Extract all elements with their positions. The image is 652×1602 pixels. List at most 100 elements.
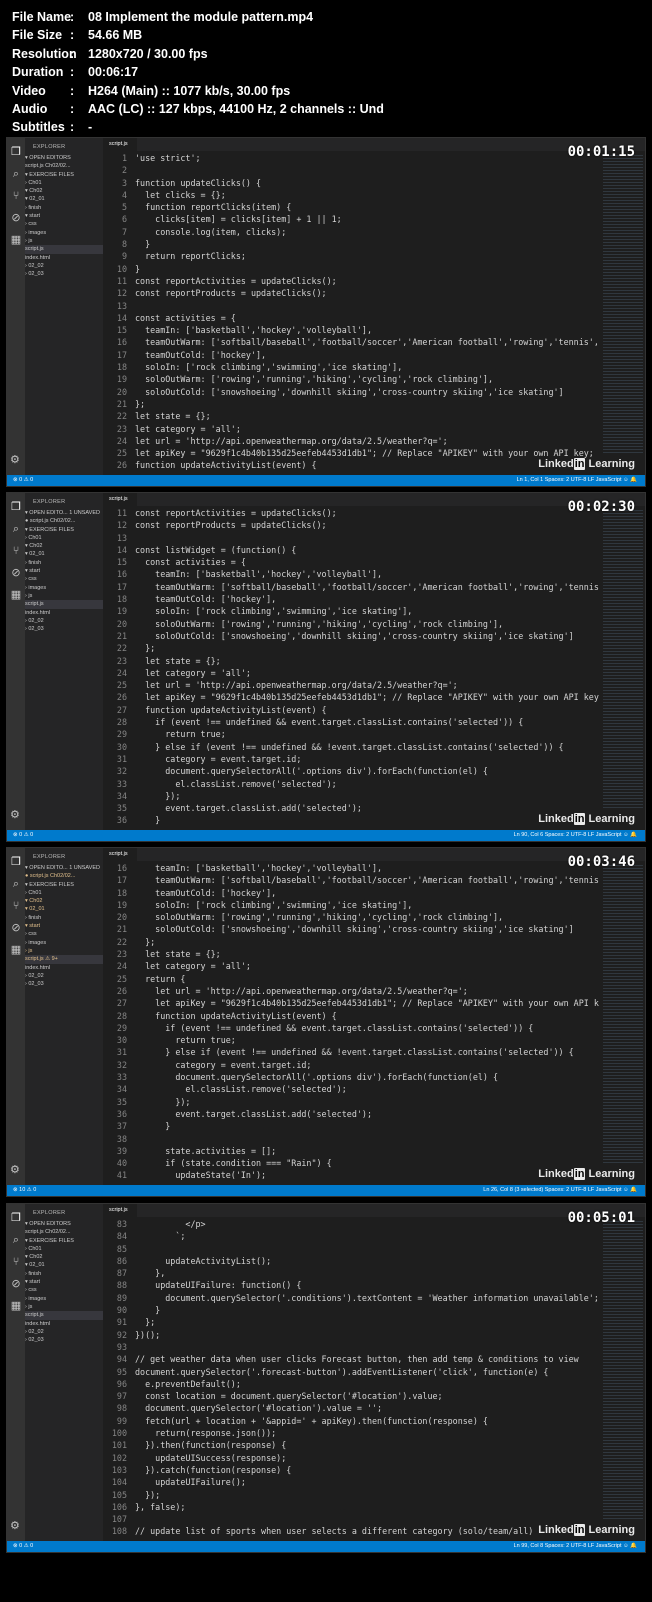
explorer-item[interactable]: index.html xyxy=(25,964,103,972)
explorer-item[interactable]: › js xyxy=(25,592,103,600)
code-line[interactable]: 17 teamOutWarm: ['softball/baseball','fo… xyxy=(103,581,599,593)
tab-script-js[interactable]: script.js xyxy=(103,1204,137,1217)
explorer-item[interactable]: ▾ start xyxy=(25,922,103,930)
code-line[interactable]: 102 updateUISuccess(response); xyxy=(103,1452,599,1464)
explorer-item[interactable]: › 02_03 xyxy=(25,1336,103,1344)
code-line[interactable]: 30 } else if (event !== undefined && !ev… xyxy=(103,741,599,753)
explorer-item[interactable]: ● script.js Ch02/02... xyxy=(25,872,103,880)
explorer-item[interactable]: › finish xyxy=(25,559,103,567)
code-line[interactable]: 19 soloIn: ['rock climbing','swimming','… xyxy=(103,605,599,617)
explorer-item[interactable]: › js xyxy=(25,1303,103,1311)
explorer-item[interactable]: › css xyxy=(25,1286,103,1294)
code-line[interactable]: 40 if (state.condition === "Rain") { xyxy=(103,1157,599,1169)
code-line[interactable]: 96 e.preventDefault(); xyxy=(103,1378,599,1390)
extensions-icon[interactable]: ▦ xyxy=(10,234,22,246)
code-line[interactable]: 91 }; xyxy=(103,1316,599,1328)
explorer-item[interactable]: › js xyxy=(25,947,103,955)
code-line[interactable]: 97 const location = document.querySelect… xyxy=(103,1390,599,1402)
code-line[interactable]: 7 console.log(item, clicks); xyxy=(103,226,599,238)
gear-icon[interactable]: ⚙ xyxy=(10,1163,20,1176)
code-line[interactable]: 1 'use strict'; xyxy=(103,152,599,164)
code-line[interactable]: 15 teamIn: ['basketball','hockey','volle… xyxy=(103,324,599,336)
explorer-item[interactable]: › js xyxy=(25,237,103,245)
code-line[interactable]: 36 } xyxy=(103,814,599,826)
code-line[interactable]: 24 let url = 'http://api.openweathermap.o… xyxy=(103,435,599,447)
code-area[interactable]: 11 const reportActivities = updateClicks(… xyxy=(103,507,599,829)
explorer-item[interactable]: › 02_03 xyxy=(25,270,103,278)
explorer-item[interactable]: › Ch01 xyxy=(25,534,103,542)
explorer-item[interactable]: › Ch01 xyxy=(25,889,103,897)
code-line[interactable]: 26 let url = 'http://api.openweathermap.… xyxy=(103,985,599,997)
code-line[interactable]: 92})(); xyxy=(103,1329,599,1341)
code-line[interactable]: 25 return { xyxy=(103,973,599,985)
explorer-item[interactable]: ▾ OPEN EDITORS xyxy=(25,1220,103,1228)
code-line[interactable]: 29 if (event !== undefined && event.targ… xyxy=(103,1022,599,1034)
status-problems[interactable]: ⊗ 0 ⚠ 0 xyxy=(13,475,33,486)
explorer-item[interactable]: ▾ OPEN EDITO... 1 UNSAVED xyxy=(25,864,103,872)
code-line[interactable]: 22 }; xyxy=(103,642,599,654)
code-line[interactable]: 8 } xyxy=(103,238,599,250)
code-line[interactable]: 6 clicks[item] = clicks[item] + 1 || 1; xyxy=(103,213,599,225)
code-area[interactable]: 1 'use strict'; 2 3 function updateClicks() … xyxy=(103,152,599,474)
code-line[interactable]: 90 } xyxy=(103,1304,599,1316)
status-problems[interactable]: ⊗ 0 ⚠ 0 xyxy=(13,1541,33,1552)
search-icon[interactable]: ⌕ xyxy=(10,168,22,180)
explorer-item[interactable]: › 02_03 xyxy=(25,625,103,633)
explorer-item[interactable]: › css xyxy=(25,575,103,583)
code-line[interactable]: 22 }; xyxy=(103,936,599,948)
code-line[interactable]: 33 el.classList.remove('selected'); xyxy=(103,778,599,790)
code-line[interactable]: 16 teamOutWarm: ['softball/baseball','fo… xyxy=(103,336,599,348)
code-line[interactable]: 35 }); xyxy=(103,1096,599,1108)
code-line[interactable]: 20 soloOutWarm: ['rowing','running','hik… xyxy=(103,911,599,923)
code-line[interactable]: 85 xyxy=(103,1243,599,1255)
status-problems[interactable]: ⊗ 0 ⚠ 0 xyxy=(13,830,33,841)
explorer-item[interactable]: ▾ 02_01 xyxy=(25,905,103,913)
code-line[interactable]: 26 let apiKey = "9629f1c4b40b135d25eefeb… xyxy=(103,691,599,703)
code-line[interactable]: 109document.querySelectorAll('.options d… xyxy=(103,1538,599,1540)
code-line[interactable]: 18 soloIn: ['rock climbing','swimming','… xyxy=(103,361,599,373)
explorer-item[interactable]: ▾ OPEN EDITO... 1 UNSAVED xyxy=(25,509,103,517)
code-line[interactable]: 24 let category = 'all'; xyxy=(103,667,599,679)
code-line[interactable]: 25 let url = 'http://api.openweathermap.… xyxy=(103,679,599,691)
code-line[interactable]: 32 category = event.target.id; xyxy=(103,1059,599,1071)
explorer-item[interactable]: ▾ EXERCISE FILES xyxy=(25,1237,103,1245)
source-control-icon[interactable]: ⑂ xyxy=(10,900,22,912)
code-line[interactable]: 24 let category = 'all'; xyxy=(103,960,599,972)
explorer-item[interactable]: index.html xyxy=(25,1320,103,1328)
search-icon[interactable]: ⌕ xyxy=(10,878,22,890)
code-line[interactable]: 13 xyxy=(103,300,599,312)
extensions-icon[interactable]: ▦ xyxy=(10,589,22,601)
explorer-item[interactable]: ▾ start xyxy=(25,1278,103,1286)
tab-script-js[interactable]: script.js xyxy=(103,848,137,861)
explorer-item[interactable]: › 02_02 xyxy=(25,972,103,980)
code-line[interactable]: 12 const reportProducts = updateClicks(); xyxy=(103,519,599,531)
code-line[interactable]: 11 const reportActivities = updateClicks(… xyxy=(103,507,599,519)
code-line[interactable]: 33 document.querySelectorAll('.options d… xyxy=(103,1071,599,1083)
status-cursor-info[interactable]: Ln 26, Col 8 (3 selected) Spaces: 2 UTF-… xyxy=(483,1185,637,1196)
explorer-item[interactable]: › finish xyxy=(25,204,103,212)
debug-icon[interactable]: ⊘ xyxy=(10,567,22,579)
explorer-item[interactable]: script.js xyxy=(25,600,103,609)
code-line[interactable]: 106}, false); xyxy=(103,1501,599,1513)
explorer-item[interactable]: ▾ start xyxy=(25,567,103,575)
code-line[interactable]: 15 const activities = { xyxy=(103,556,599,568)
code-line[interactable]: 101 }).then(function(response) { xyxy=(103,1439,599,1451)
code-line[interactable]: 4 let clicks = {}; xyxy=(103,189,599,201)
code-line[interactable]: 27 if (event !== undefined && event.targ… xyxy=(103,472,599,474)
code-line[interactable]: 14 const listWidget = (function() { xyxy=(103,544,599,556)
code-line[interactable]: 34 }); xyxy=(103,790,599,802)
explorer-item[interactable]: ● script.js Ch02/02... xyxy=(25,517,103,525)
code-line[interactable]: 98 document.querySelector('#location').v… xyxy=(103,1402,599,1414)
code-line[interactable]: 89 document.querySelector('.conditions')… xyxy=(103,1292,599,1304)
minimap[interactable] xyxy=(603,509,643,809)
explorer-item[interactable]: ▾ EXERCISE FILES xyxy=(25,526,103,534)
debug-icon[interactable]: ⊘ xyxy=(10,212,22,224)
explorer-item[interactable]: › Ch01 xyxy=(25,1245,103,1253)
search-icon[interactable]: ⌕ xyxy=(10,1234,22,1246)
explorer-item[interactable]: › images xyxy=(25,229,103,237)
debug-icon[interactable]: ⊘ xyxy=(10,922,22,934)
explorer-item[interactable]: script.js xyxy=(25,1311,103,1320)
code-line[interactable]: 103 }).catch(function(response) { xyxy=(103,1464,599,1476)
explorer-item[interactable]: › finish xyxy=(25,914,103,922)
code-line[interactable]: 20 soloOutWarm: ['rowing','running','hik… xyxy=(103,618,599,630)
